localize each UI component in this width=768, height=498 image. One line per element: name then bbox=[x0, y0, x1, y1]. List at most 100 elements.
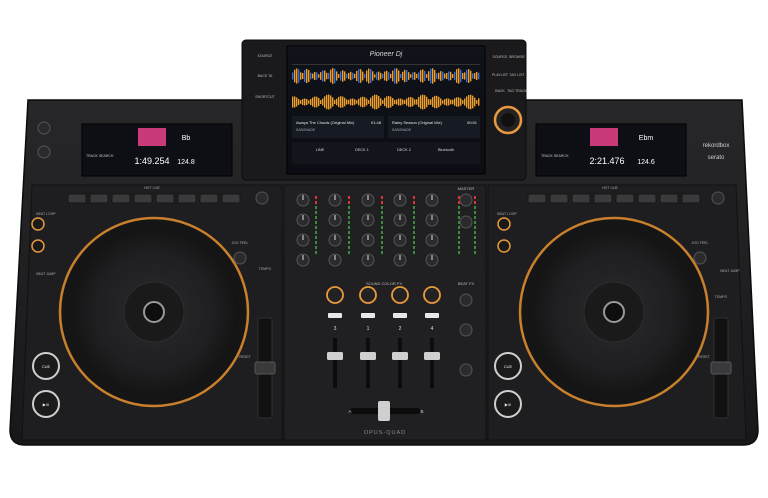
loop-button[interactable] bbox=[31, 239, 45, 253]
left-pad[interactable] bbox=[177, 193, 197, 204]
loop-button[interactable] bbox=[497, 239, 511, 253]
waveform-bar bbox=[434, 95, 436, 109]
right-pad[interactable] bbox=[637, 193, 657, 204]
master-label: MASTER bbox=[458, 186, 475, 191]
sound-color-fx-knob[interactable] bbox=[423, 286, 441, 304]
waveform-bar bbox=[342, 96, 344, 108]
waveform-bar bbox=[386, 70, 388, 82]
waveform-bar bbox=[434, 70, 436, 82]
waveform-bar bbox=[476, 100, 478, 104]
waveform-bar bbox=[320, 100, 322, 104]
right-play-label: ▶/II bbox=[505, 402, 511, 407]
waveform-bar bbox=[464, 72, 466, 80]
deck-knob[interactable] bbox=[255, 191, 269, 205]
waveform-bar bbox=[458, 68, 460, 84]
level-meter-segment bbox=[381, 211, 383, 214]
level-meter-segment bbox=[474, 201, 476, 204]
level-meter-segment bbox=[413, 201, 415, 204]
waveform-bar bbox=[298, 99, 300, 105]
mixer-knob[interactable] bbox=[459, 323, 473, 337]
mixer-knob[interactable] bbox=[459, 193, 473, 207]
mixer-knob[interactable] bbox=[459, 363, 473, 377]
right-jog-wheel[interactable] bbox=[518, 216, 710, 408]
left-tempo-slider[interactable] bbox=[254, 317, 276, 419]
left-pad[interactable] bbox=[89, 193, 109, 204]
sound-color-fx-knob[interactable] bbox=[326, 286, 344, 304]
screen-rbtn-4: BACK bbox=[495, 89, 505, 93]
waveform-bar bbox=[450, 71, 452, 81]
waveform-bar bbox=[372, 71, 374, 81]
loop-button[interactable] bbox=[497, 217, 511, 231]
deck-knob[interactable] bbox=[711, 191, 725, 205]
right-tempo-slider[interactable] bbox=[710, 317, 732, 419]
deck-knob[interactable] bbox=[37, 121, 51, 135]
sound-color-fx-button[interactable] bbox=[393, 313, 407, 318]
channel-fader-cap[interactable] bbox=[360, 352, 376, 360]
right-pad[interactable] bbox=[527, 193, 547, 204]
waveform-bar bbox=[308, 70, 310, 82]
deck-knob[interactable] bbox=[37, 145, 51, 159]
sound-color-fx-button[interactable] bbox=[361, 313, 375, 318]
level-meter-segment bbox=[381, 251, 383, 254]
waveform-bar bbox=[308, 100, 310, 104]
waveform-bar bbox=[324, 96, 326, 108]
sound-color-fx-knob[interactable] bbox=[359, 286, 377, 304]
left-bpm: 124.8 bbox=[177, 159, 195, 166]
level-meter-segment bbox=[381, 221, 383, 224]
level-meter-segment bbox=[458, 206, 460, 209]
level-meter-segment bbox=[315, 251, 317, 254]
waveform-bar bbox=[442, 71, 444, 81]
level-meter-segment bbox=[381, 196, 383, 199]
waveform-bar bbox=[410, 74, 412, 78]
waveform-bar bbox=[466, 96, 468, 108]
waveform-bar bbox=[340, 96, 342, 108]
channel-fader-cap[interactable] bbox=[327, 352, 343, 360]
level-meter-segment bbox=[413, 226, 415, 229]
waveform-bar bbox=[352, 72, 354, 80]
right-pad[interactable] bbox=[615, 193, 635, 204]
level-meter-segment bbox=[458, 251, 460, 254]
waveform-bar bbox=[358, 98, 360, 106]
left-pad[interactable] bbox=[221, 193, 241, 204]
sound-color-fx-button[interactable] bbox=[425, 313, 439, 318]
right-pad[interactable] bbox=[593, 193, 613, 204]
loop-button[interactable] bbox=[31, 217, 45, 231]
waveform-bar bbox=[360, 97, 362, 107]
waveform-bar bbox=[390, 96, 392, 108]
mixer-knob[interactable] bbox=[459, 293, 473, 307]
waveform-bar bbox=[304, 98, 306, 106]
sound-color-fx-button[interactable] bbox=[328, 313, 342, 318]
waveform-bar bbox=[314, 96, 316, 108]
right-pad[interactable] bbox=[549, 193, 569, 204]
level-meter-segment bbox=[315, 221, 317, 224]
left-pad[interactable] bbox=[199, 193, 219, 204]
right-pad[interactable] bbox=[659, 193, 679, 204]
level-meter-segment bbox=[381, 246, 383, 249]
deck-knob[interactable] bbox=[233, 251, 247, 265]
waveform-bar bbox=[372, 95, 374, 109]
deck-knob[interactable] bbox=[693, 251, 707, 265]
mixer-knob[interactable] bbox=[459, 215, 473, 229]
waveform-bar bbox=[340, 71, 342, 81]
left-jog-wheel[interactable] bbox=[58, 216, 250, 408]
channel-fader-cap[interactable] bbox=[392, 352, 408, 360]
channel-fader-cap[interactable] bbox=[424, 352, 440, 360]
waveform-bar bbox=[394, 99, 396, 105]
waveform-bar bbox=[344, 97, 346, 107]
left-pad[interactable] bbox=[111, 193, 131, 204]
left-pad[interactable] bbox=[133, 193, 153, 204]
right-time: 2:21.476 bbox=[589, 156, 624, 166]
left-pad[interactable] bbox=[155, 193, 175, 204]
right-pad[interactable] bbox=[571, 193, 591, 204]
right-pad[interactable] bbox=[681, 193, 701, 204]
waveform-bar bbox=[450, 99, 452, 105]
ch-num-3: 3 bbox=[334, 326, 337, 332]
waveform-bar bbox=[336, 71, 338, 81]
beat-fx-label: BEAT FX bbox=[458, 281, 475, 286]
left-pad[interactable] bbox=[67, 193, 87, 204]
waveform-bar bbox=[448, 98, 450, 106]
waveform-bar bbox=[412, 72, 414, 80]
level-meter-segment bbox=[348, 236, 350, 239]
level-meter-segment bbox=[458, 236, 460, 239]
sound-color-fx-knob[interactable] bbox=[391, 286, 409, 304]
